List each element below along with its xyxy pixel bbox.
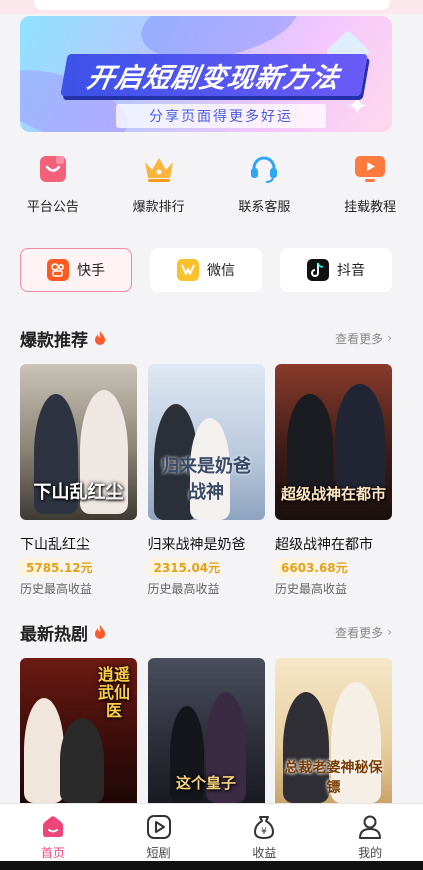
- platform-tab-wechat[interactable]: 微信: [150, 248, 262, 292]
- wechat-icon: [177, 259, 199, 281]
- platform-label: 微信: [207, 263, 235, 279]
- headset-icon: [247, 152, 281, 186]
- drama-poster: 下山乱红尘: [20, 364, 137, 520]
- tab-label: 短剧: [146, 846, 171, 860]
- top-strip: [0, 0, 423, 14]
- chevron-right-icon: ›: [387, 625, 392, 639]
- hot-section-header: 爆款推荐 查看更多 ›: [20, 326, 392, 351]
- drama-earnings-note: 历史最高收益: [147, 582, 220, 596]
- tab-earnings[interactable]: ¥ 收益: [212, 804, 318, 861]
- latest-section-title: 最新热剧: [20, 624, 88, 645]
- quick-link-label: 爆款排行: [132, 200, 185, 215]
- section-title: 最新热剧: [20, 620, 107, 645]
- announcement-icon: [36, 152, 70, 186]
- drama-poster: 逍遥武仙医: [20, 658, 137, 803]
- drama-card[interactable]: 下山乱红尘 下山乱红尘 5785.12元 历史最高收益: [20, 364, 137, 597]
- poster-figure-1: [287, 394, 333, 494]
- money-bag-icon: ¥: [251, 814, 277, 840]
- drama-earnings-note: 历史最高收益: [20, 582, 93, 596]
- quick-link-label: 挂载教程: [344, 200, 397, 215]
- view-more-label: 查看更多: [335, 331, 384, 346]
- quick-link-ranking[interactable]: 爆款排行: [106, 152, 212, 220]
- drama-poster: 超级战神在都市: [275, 364, 392, 520]
- platform-label: 抖音: [337, 263, 365, 279]
- drama-poster: 总裁老婆神秘保镖: [275, 658, 392, 803]
- system-home-bar: [0, 861, 423, 870]
- drama-name: 归来战神是奶爸: [147, 537, 246, 553]
- poster-title: 超级战神在都市: [281, 485, 387, 503]
- view-more-label: 查看更多: [335, 625, 384, 640]
- drama-card[interactable]: 归来是奶爸战神 归来战神是奶爸 2315.04元 历史最高收益: [147, 364, 265, 597]
- drama-earnings: 5785.12元: [20, 558, 99, 577]
- drama-card[interactable]: 这个皇子: [147, 658, 265, 803]
- quick-link-label: 平台公告: [26, 200, 79, 215]
- drama-earnings: 6603.68元: [275, 558, 354, 577]
- latest-view-more-link[interactable]: 查看更多 ›: [335, 624, 392, 641]
- tab-home[interactable]: 首页: [0, 804, 106, 861]
- douyin-icon: [307, 259, 329, 281]
- latest-section-header: 最新热剧 查看更多 ›: [20, 620, 392, 645]
- drama-earnings: 2315.04元: [147, 558, 227, 577]
- user-icon: [357, 814, 383, 840]
- play-icon: [146, 814, 172, 840]
- section-title: 爆款推荐: [20, 326, 107, 351]
- video-tutorial-icon: [353, 152, 387, 186]
- bottom-tab-bar: 首页 短剧 ¥ 收益 我的: [0, 803, 423, 861]
- platform-tab-douyin[interactable]: 抖音: [280, 248, 392, 292]
- platform-label: 快手: [77, 263, 105, 279]
- poster-figure-2: [335, 384, 385, 494]
- hot-view-more-link[interactable]: 查看更多 ›: [335, 330, 392, 347]
- chevron-right-icon: ›: [387, 331, 392, 345]
- quick-link-label: 联系客服: [238, 200, 291, 215]
- hot-section-title: 爆款推荐: [20, 330, 88, 351]
- tab-mine[interactable]: 我的: [317, 804, 423, 861]
- banner-title: 开启短剧变现新方法: [60, 54, 368, 96]
- kuaishou-icon: [47, 259, 69, 281]
- tab-label: 收益: [252, 846, 277, 860]
- latest-drama-list: 逍遥武仙医 这个皇子 总裁老婆神秘保镖: [20, 658, 392, 803]
- drama-name: 下山乱红尘: [20, 537, 90, 553]
- quick-links: 平台公告 爆款排行 联系客服 挂载教程: [0, 152, 423, 220]
- promo-banner[interactable]: ✦ 开启短剧变现新方法 分享页面得更多好运: [20, 16, 392, 132]
- poster-figure-2: [60, 718, 104, 803]
- quick-link-announcement[interactable]: 平台公告: [0, 152, 106, 220]
- search-pill[interactable]: [34, 0, 390, 10]
- drama-poster: 这个皇子: [147, 658, 265, 803]
- poster-figure-1: [24, 698, 64, 803]
- drama-card[interactable]: 总裁老婆神秘保镖: [275, 658, 392, 803]
- tab-label: 我的: [358, 846, 383, 860]
- quick-link-tutorial[interactable]: 挂载教程: [317, 152, 423, 220]
- platform-selector: 快手 微信 抖音: [20, 248, 392, 292]
- poster-title: 逍遥武仙医: [97, 665, 130, 720]
- platform-tab-kuaishou[interactable]: 快手: [20, 248, 132, 292]
- drama-card[interactable]: 超级战神在都市 超级战神在都市 6603.68元 历史最高收益: [275, 364, 392, 597]
- poster-title: 归来是奶爸战神: [161, 456, 251, 503]
- poster-title: 这个皇子: [175, 774, 236, 792]
- crown-icon: [142, 152, 176, 186]
- quick-link-support[interactable]: 联系客服: [212, 152, 318, 220]
- hot-drama-list: 下山乱红尘 下山乱红尘 5785.12元 历史最高收益 归来是奶爸战神 归来战神…: [20, 364, 392, 597]
- svg-text:¥: ¥: [262, 827, 268, 837]
- drama-name: 超级战神在都市: [275, 537, 373, 553]
- banner-subtitle: 分享页面得更多好运: [116, 104, 326, 128]
- poster-title: 总裁老婆神秘保镖: [284, 760, 383, 796]
- fire-icon: [93, 624, 107, 640]
- tab-dramas[interactable]: 短剧: [106, 804, 212, 861]
- poster-title: 下山乱红尘: [33, 482, 124, 503]
- tab-label: 首页: [40, 846, 65, 860]
- drama-earnings-note: 历史最高收益: [275, 582, 348, 596]
- drama-poster: 归来是奶爸战神: [147, 364, 265, 520]
- sparkle-icon: ✦: [346, 92, 368, 122]
- drama-card[interactable]: 逍遥武仙医: [20, 658, 137, 803]
- fire-icon: [93, 330, 107, 346]
- home-icon: [40, 814, 66, 840]
